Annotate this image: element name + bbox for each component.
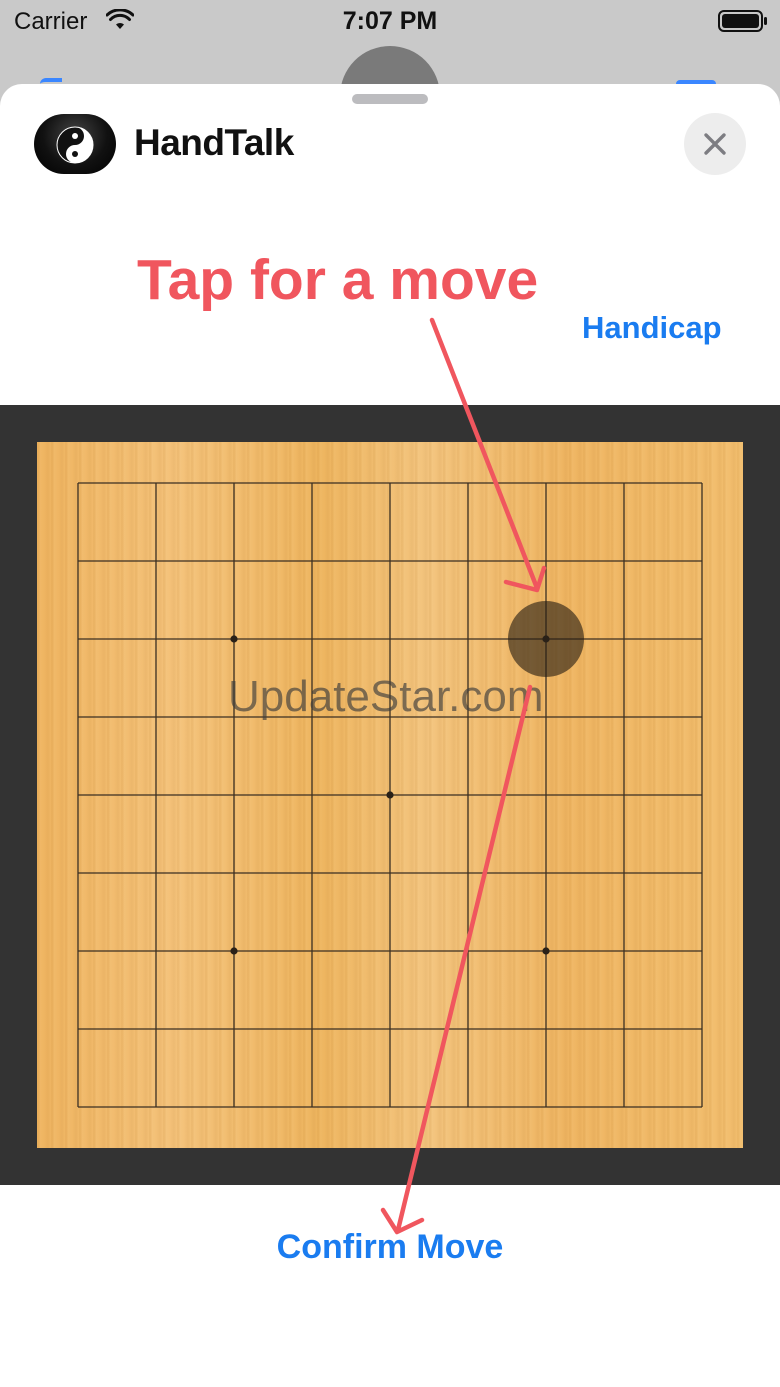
go-board[interactable] [37, 442, 743, 1148]
watermark: UpdateStar.com [228, 672, 544, 721]
confirm-move-button[interactable]: Confirm Move [0, 1228, 780, 1267]
status-bar: Carrier 7:07 PM [0, 0, 780, 44]
star-point [230, 947, 238, 955]
tap-instruction: Tap for a move [137, 248, 539, 312]
star-point [542, 635, 550, 643]
star-point [542, 947, 550, 955]
handicap-button[interactable]: Handicap [582, 310, 722, 346]
yin-yang-icon [34, 114, 116, 174]
close-icon [704, 133, 726, 155]
board-frame [0, 405, 780, 1185]
sheet-grabber[interactable] [352, 94, 428, 104]
battery-icon [718, 10, 767, 32]
star-point [386, 791, 394, 799]
app-title: HandTalk [134, 122, 294, 163]
board-grid[interactable] [37, 442, 743, 1148]
star-point [230, 635, 238, 643]
app-sheet: HandTalk Tap for a move Handicap Confirm… [0, 84, 780, 1387]
close-button[interactable] [684, 113, 746, 175]
clock: 7:07 PM [342, 7, 438, 35]
